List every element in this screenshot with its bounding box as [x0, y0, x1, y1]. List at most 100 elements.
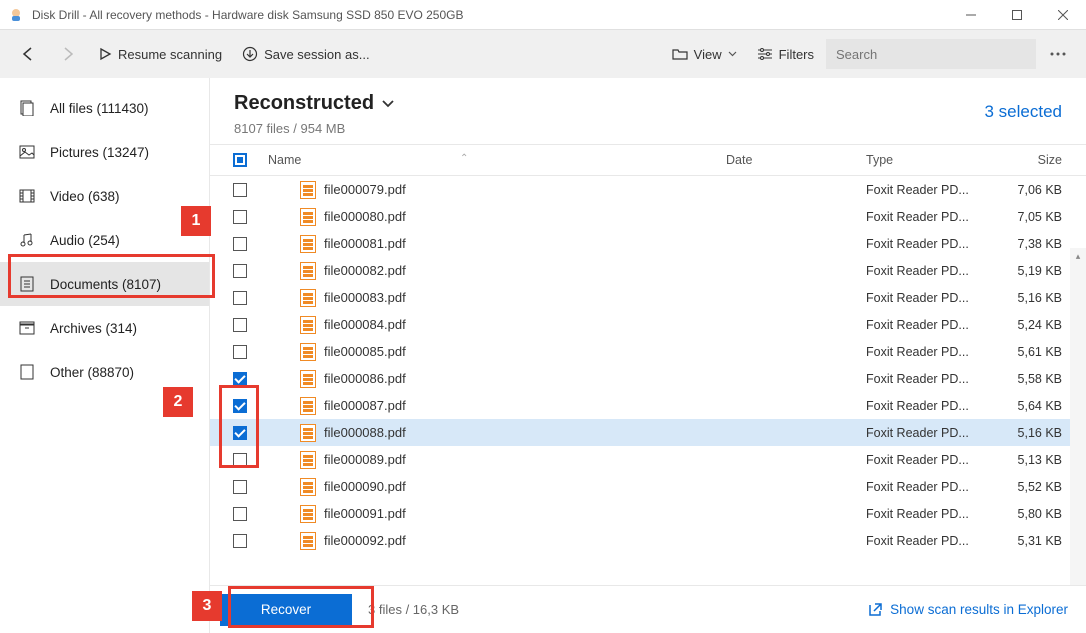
select-all-checkbox[interactable] — [233, 153, 247, 167]
folder-icon — [672, 47, 688, 61]
pdf-icon — [300, 397, 316, 415]
recover-button[interactable]: Recover — [220, 594, 352, 626]
file-row[interactable]: file000081.pdfFoxit Reader PD...7,38 KB — [210, 230, 1086, 257]
play-icon — [98, 47, 112, 61]
pdf-icon — [300, 451, 316, 469]
pdf-icon — [300, 478, 316, 496]
sidebar-item-archives[interactable]: Archives (314) — [0, 306, 209, 350]
column-header-type[interactable]: Type — [866, 153, 986, 167]
main-panel: Reconstructed 8107 files / 954 MB 3 sele… — [210, 78, 1086, 633]
save-icon — [242, 46, 258, 62]
chevron-down-icon — [728, 51, 737, 57]
file-checkbox[interactable] — [233, 291, 247, 305]
file-name: file000085.pdf — [324, 344, 406, 359]
file-checkbox[interactable] — [233, 264, 247, 278]
file-checkbox[interactable] — [233, 237, 247, 251]
file-row[interactable]: file000090.pdfFoxit Reader PD...5,52 KB — [210, 473, 1086, 500]
file-type: Foxit Reader PD... — [866, 399, 986, 413]
view-heading-dropdown[interactable]: Reconstructed — [234, 92, 394, 115]
file-name: file000086.pdf — [324, 371, 406, 386]
file-row[interactable]: file000083.pdfFoxit Reader PD...5,16 KB — [210, 284, 1086, 311]
sort-arrow-icon: ⌃ — [460, 153, 468, 164]
sidebar-item-other[interactable]: Other (88870) — [0, 350, 209, 394]
titlebar: Disk Drill - All recovery methods - Hard… — [0, 0, 1086, 30]
column-header-name[interactable]: Name⌃ — [260, 153, 726, 167]
file-type: Foxit Reader PD... — [866, 318, 986, 332]
toolbar: Resume scanning Save session as... View … — [0, 30, 1086, 78]
pdf-icon — [300, 181, 316, 199]
search-input[interactable] — [826, 39, 1036, 69]
file-type: Foxit Reader PD... — [866, 291, 986, 305]
file-type: Foxit Reader PD... — [866, 210, 986, 224]
documents-icon — [18, 275, 36, 293]
file-row[interactable]: file000079.pdfFoxit Reader PD...7,06 KB — [210, 176, 1086, 203]
file-checkbox[interactable] — [233, 372, 247, 386]
sidebar-item-audio[interactable]: Audio (254) — [0, 218, 209, 262]
filters-icon — [757, 47, 773, 61]
file-row[interactable]: file000088.pdfFoxit Reader PD...5,16 KB — [210, 419, 1086, 446]
file-name: file000079.pdf — [324, 182, 406, 197]
other-icon — [18, 363, 36, 381]
file-checkbox[interactable] — [233, 507, 247, 521]
sidebar: All files (111430) Pictures (13247) Vide… — [0, 78, 210, 633]
file-type: Foxit Reader PD... — [866, 345, 986, 359]
minimize-button[interactable] — [948, 0, 994, 30]
file-name: file000084.pdf — [324, 317, 406, 332]
back-button[interactable] — [10, 38, 46, 70]
chevron-down-icon — [382, 100, 394, 108]
resume-scanning-button[interactable]: Resume scanning — [90, 38, 230, 70]
file-name: file000087.pdf — [324, 398, 406, 413]
file-name: file000090.pdf — [324, 479, 406, 494]
file-checkbox[interactable] — [233, 345, 247, 359]
pdf-icon — [300, 532, 316, 550]
sidebar-item-documents[interactable]: Documents (8107) — [0, 262, 209, 306]
file-type: Foxit Reader PD... — [866, 534, 986, 548]
file-checkbox[interactable] — [233, 183, 247, 197]
file-name: file000091.pdf — [324, 506, 406, 521]
save-session-button[interactable]: Save session as... — [234, 38, 378, 70]
window-title: Disk Drill - All recovery methods - Hard… — [32, 8, 948, 22]
selected-count[interactable]: 3 selected — [985, 102, 1063, 122]
file-checkbox[interactable] — [233, 210, 247, 224]
file-checkbox[interactable] — [233, 426, 247, 440]
file-row[interactable]: file000086.pdfFoxit Reader PD...5,58 KB — [210, 365, 1086, 392]
file-row[interactable]: file000087.pdfFoxit Reader PD...5,64 KB — [210, 392, 1086, 419]
file-size: 7,05 KB — [986, 210, 1086, 224]
sidebar-item-all-files[interactable]: All files (111430) — [0, 86, 209, 130]
selection-info: 3 files / 16,3 KB — [368, 602, 459, 617]
file-checkbox[interactable] — [233, 399, 247, 413]
footer: Recover 3 files / 16,3 KB Show scan resu… — [210, 585, 1086, 633]
pdf-icon — [300, 289, 316, 307]
forward-button[interactable] — [50, 38, 86, 70]
file-checkbox[interactable] — [233, 453, 247, 467]
file-checkbox[interactable] — [233, 480, 247, 494]
file-size: 7,06 KB — [986, 183, 1086, 197]
maximize-button[interactable] — [994, 0, 1040, 30]
pdf-icon — [300, 316, 316, 334]
file-row[interactable]: file000084.pdfFoxit Reader PD...5,24 KB — [210, 311, 1086, 338]
file-name: file000088.pdf — [324, 425, 406, 440]
column-header-size[interactable]: Size — [986, 153, 1086, 167]
more-button[interactable] — [1040, 52, 1076, 56]
sidebar-item-video[interactable]: Video (638) — [0, 174, 209, 218]
file-row[interactable]: file000085.pdfFoxit Reader PD...5,61 KB — [210, 338, 1086, 365]
scrollbar[interactable]: ▴ — [1070, 248, 1086, 585]
file-type: Foxit Reader PD... — [866, 453, 986, 467]
file-row[interactable]: file000091.pdfFoxit Reader PD...5,80 KB — [210, 500, 1086, 527]
filters-button[interactable]: Filters — [749, 38, 822, 70]
file-row[interactable]: file000082.pdfFoxit Reader PD...5,19 KB — [210, 257, 1086, 284]
file-row[interactable]: file000080.pdfFoxit Reader PD...7,05 KB — [210, 203, 1086, 230]
file-row[interactable]: file000089.pdfFoxit Reader PD...5,13 KB — [210, 446, 1086, 473]
sidebar-item-pictures[interactable]: Pictures (13247) — [0, 130, 209, 174]
show-in-explorer-link[interactable]: Show scan results in Explorer — [867, 602, 1068, 617]
file-name: file000089.pdf — [324, 452, 406, 467]
column-header-date[interactable]: Date — [726, 153, 866, 167]
close-button[interactable] — [1040, 0, 1086, 30]
pdf-icon — [300, 262, 316, 280]
file-checkbox[interactable] — [233, 534, 247, 548]
pdf-icon — [300, 424, 316, 442]
file-checkbox[interactable] — [233, 318, 247, 332]
file-row[interactable]: file000092.pdfFoxit Reader PD...5,31 KB — [210, 527, 1086, 554]
scroll-up-icon[interactable]: ▴ — [1070, 248, 1086, 264]
view-dropdown[interactable]: View — [664, 38, 745, 70]
